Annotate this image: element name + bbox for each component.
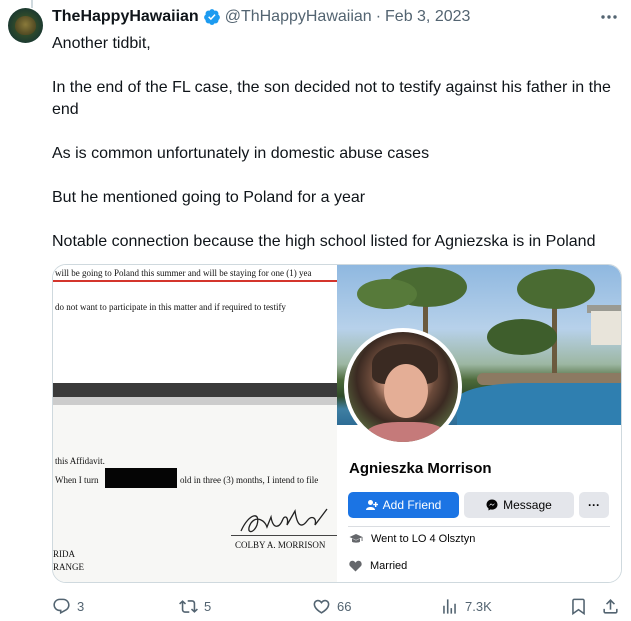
separator-dot: · (375, 8, 382, 25)
messenger-icon (486, 499, 498, 511)
document-line: do not want to participate in this matte… (55, 302, 286, 312)
views-button[interactable]: 7.3K (440, 597, 492, 616)
tweet-paragraph: In the end of the FL case, the son decid… (52, 79, 611, 118)
document-line: old in three (3) months, I intend to fil… (180, 475, 319, 485)
redaction-bar (105, 468, 177, 488)
reply-count: 3 (77, 599, 85, 614)
reply-button[interactable]: 3 (52, 597, 84, 616)
bookmark-button[interactable] (569, 597, 594, 616)
tweet-actions: 3 5 66 7.3K (52, 597, 622, 619)
tweet-text: Another tidbit, In the end of the FL cas… (52, 33, 622, 253)
thread-line (31, 0, 33, 8)
avatar[interactable] (8, 8, 43, 43)
education-row: Went to LO 4 Olsztyn (349, 533, 475, 545)
document-red-rule (53, 280, 337, 282)
tweet-paragraph: As is common unfortunately in domestic a… (52, 145, 430, 162)
like-count: 66 (337, 599, 352, 614)
tweet-date[interactable]: Feb 3, 2023 (385, 8, 470, 26)
document-line: RIDA (53, 549, 75, 559)
share-icon (603, 599, 618, 614)
document-signer: COLBY A. MORRISON (235, 540, 326, 550)
media-attachment[interactable]: will be going to Poland this summer and … (52, 264, 622, 583)
retweet-icon (179, 600, 198, 613)
more-dots-icon[interactable] (599, 8, 619, 26)
handle[interactable]: @ThHappyHawaiian (225, 8, 372, 26)
document-line: this Affidavit. (55, 456, 105, 466)
tweet-paragraph: Notable connection because the high scho… (52, 233, 596, 250)
retweet-button[interactable]: 5 (179, 597, 211, 616)
avatar-turtle-image (15, 16, 36, 35)
profile-name: Agnieszka Morrison (349, 460, 492, 477)
add-friend-button: Add Friend (348, 492, 459, 518)
heart-status-icon (349, 560, 362, 572)
views-chart-icon (443, 599, 456, 614)
share-button[interactable] (601, 597, 626, 616)
reply-icon (53, 598, 70, 615)
verified-badge-icon (203, 8, 221, 26)
signature-line (231, 535, 337, 536)
message-button: Message (464, 492, 574, 518)
like-button[interactable]: 66 (312, 597, 351, 616)
tweet-paragraph: But he mentioned going to Poland for a y… (52, 189, 366, 206)
profile-picture (344, 328, 462, 446)
bookmark-icon (572, 598, 585, 616)
tweet-header: TheHappyHawaiian @ThHappyHawaiian · Feb … (52, 6, 470, 28)
relationship-text: Married (370, 560, 408, 572)
signature-scribble (240, 508, 328, 533)
profile-more-button: ··· (579, 492, 609, 518)
document-line: RANGE (53, 562, 84, 572)
document-fold-edge (53, 397, 337, 405)
add-friend-icon (365, 500, 378, 510)
message-label: Message (503, 498, 552, 512)
views-count: 7.3K (465, 599, 492, 614)
document-line: will be going to Poland this summer and … (55, 268, 312, 278)
document-line: When I turn (55, 475, 99, 485)
education-text: Went to LO 4 Olsztyn (371, 533, 476, 545)
document-fold-shadow (53, 383, 337, 397)
add-friend-label: Add Friend (382, 498, 442, 512)
document-top-sheet (53, 265, 337, 383)
tweet-paragraph: Another tidbit, (52, 35, 151, 52)
facebook-profile-image[interactable]: Agnieszka Morrison Add Friend Message ··… (337, 265, 621, 582)
heart-icon (313, 599, 330, 614)
profile-divider (348, 526, 610, 527)
court-document-image[interactable]: will be going to Poland this summer and … (53, 265, 337, 582)
graduation-cap-icon (349, 534, 363, 543)
display-name[interactable]: TheHappyHawaiian (52, 8, 199, 26)
relationship-row: Married (349, 560, 407, 572)
retweet-count: 5 (204, 599, 212, 614)
